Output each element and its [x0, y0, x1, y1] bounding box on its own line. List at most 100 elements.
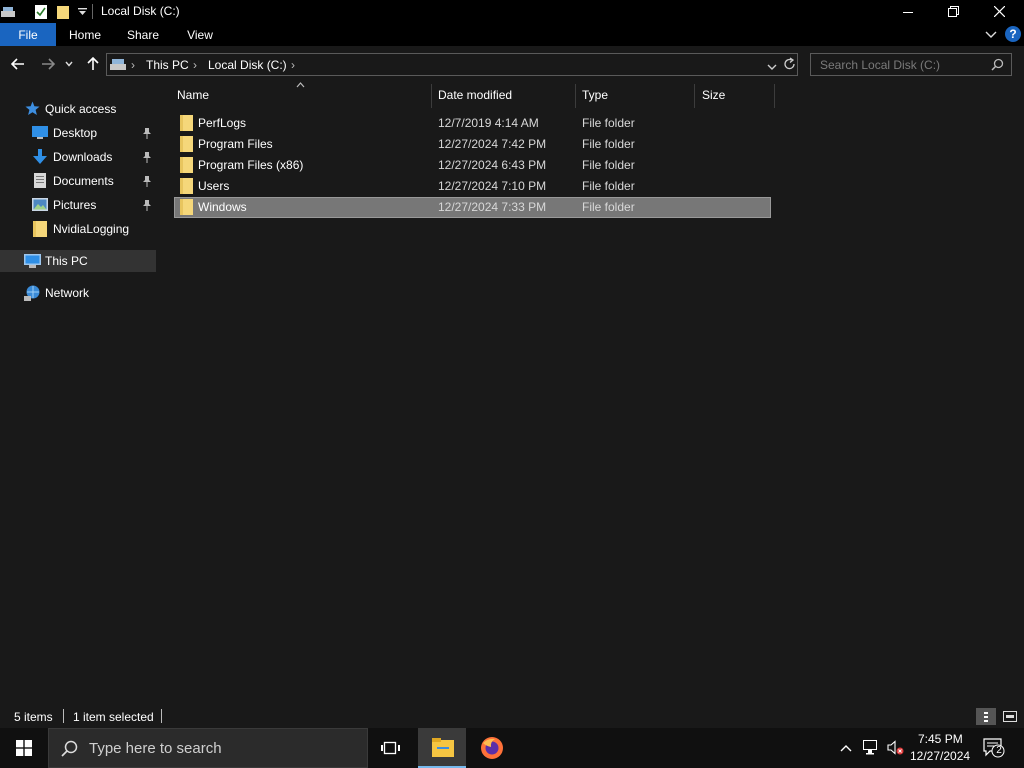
address-history-chevron-icon[interactable] — [767, 60, 777, 74]
volume-muted-icon[interactable] — [887, 740, 904, 759]
firefox-icon[interactable] — [480, 736, 504, 763]
pin-icon — [142, 175, 152, 187]
breadcrumb-separator-icon[interactable]: › — [291, 58, 295, 72]
window-title: Local Disk (C:) — [101, 4, 180, 18]
search-input[interactable]: Search Local Disk (C:) — [820, 58, 940, 72]
sidebar-item-label: This PC — [45, 254, 88, 268]
file-list: Name Date modified Type Size PerfLogs 12… — [158, 82, 1024, 704]
sidebar-item-label: NvidiaLogging — [53, 222, 130, 236]
close-button[interactable] — [976, 0, 1022, 23]
new-folder-icon[interactable] — [56, 3, 70, 20]
file-name: Users — [198, 179, 230, 193]
breadcrumb-this-pc[interactable]: This PC — [146, 58, 189, 72]
breadcrumb-local-disk[interactable]: Local Disk (C:) — [208, 58, 287, 72]
forward-button[interactable] — [38, 54, 58, 74]
column-header-date-modified[interactable]: Date modified — [438, 82, 575, 108]
status-bar: 5 items 1 item selected — [0, 704, 1024, 728]
file-type: File folder — [582, 200, 635, 214]
up-button[interactable] — [83, 54, 103, 74]
task-view-icon[interactable] — [381, 739, 400, 760]
search-icon[interactable] — [991, 58, 1004, 74]
computer-icon — [24, 254, 41, 271]
refresh-icon[interactable] — [783, 57, 796, 74]
folder-icon — [180, 136, 193, 155]
start-button[interactable] — [0, 728, 48, 768]
table-row-selected[interactable]: Windows 12/27/2024 7:33 PM File folder — [174, 197, 771, 218]
pictures-icon — [32, 198, 48, 214]
title-bar: Local Disk (C:) — [0, 0, 1024, 23]
file-date-modified: 12/7/2019 4:14 AM — [438, 116, 539, 130]
breadcrumb-separator-icon: › — [193, 58, 197, 72]
tab-home[interactable]: Home — [56, 23, 114, 46]
column-divider[interactable] — [774, 84, 775, 108]
show-hidden-icons-chevron-icon[interactable] — [840, 741, 852, 755]
navigation-pane: Quick access Desktop Downloads Documents… — [0, 82, 158, 704]
drive-icon — [110, 58, 126, 74]
sidebar-item-documents[interactable]: Documents — [0, 170, 156, 192]
file-type: File folder — [582, 158, 635, 172]
table-row[interactable]: Program Files (x86) 12/27/2024 6:43 PM F… — [174, 155, 771, 176]
sidebar-item-network[interactable]: Network — [0, 282, 156, 304]
file-type: File folder — [582, 116, 635, 130]
address-bar[interactable]: › This PC › Local Disk (C:) › — [106, 53, 798, 76]
table-row[interactable]: Program Files 12/27/2024 7:42 PM File fo… — [174, 134, 771, 155]
taskbar: Type here to search 7:45 PM 12/27/2024 2 — [0, 728, 1024, 768]
selection-count: 1 item selected — [73, 710, 154, 724]
file-name: PerfLogs — [198, 116, 247, 130]
column-divider[interactable] — [694, 84, 695, 108]
sidebar-item-label: Network — [45, 286, 90, 300]
sidebar-item-label: Pictures — [53, 198, 97, 212]
file-explorer-icon — [432, 738, 454, 760]
sidebar-item-this-pc[interactable]: This PC — [0, 250, 156, 272]
details-view-button[interactable] — [976, 708, 996, 725]
pin-icon — [142, 127, 152, 139]
tab-view[interactable]: View — [172, 23, 228, 46]
sidebar-item-desktop[interactable]: Desktop — [0, 122, 156, 144]
pin-icon — [142, 199, 152, 211]
tab-file[interactable]: File — [0, 23, 56, 46]
taskbar-search-input[interactable]: Type here to search — [89, 740, 222, 757]
restore-button[interactable] — [930, 0, 976, 23]
item-count: 5 items — [14, 710, 53, 724]
properties-icon[interactable] — [34, 3, 48, 20]
table-row[interactable]: Users 12/27/2024 7:10 PM File folder — [174, 176, 771, 197]
column-divider[interactable] — [575, 84, 576, 108]
folder-icon — [180, 157, 193, 176]
column-header-size[interactable]: Size — [702, 82, 774, 108]
sidebar-item-downloads[interactable]: Downloads — [0, 146, 156, 168]
column-header-type[interactable]: Type — [582, 82, 694, 108]
windows-logo-icon — [16, 740, 32, 756]
customize-toolbar-icon[interactable] — [76, 3, 88, 20]
documents-icon — [34, 173, 46, 191]
file-date-modified: 12/27/2024 7:10 PM — [438, 179, 547, 193]
file-date-modified: 12/27/2024 7:42 PM — [438, 137, 547, 151]
taskbar-file-explorer-button[interactable] — [418, 728, 466, 768]
help-button[interactable]: ? — [1005, 26, 1021, 42]
file-date-modified: 12/27/2024 6:43 PM — [438, 158, 547, 172]
column-divider[interactable] — [431, 84, 432, 108]
file-explorer-window: Local Disk (C:) File Home Share View ? ›… — [0, 0, 1024, 768]
navigation-bar: › This PC › Local Disk (C:) › Search Loc… — [0, 46, 1024, 82]
desktop-icon — [32, 126, 48, 142]
table-row[interactable]: PerfLogs 12/7/2019 4:14 AM File folder — [174, 113, 771, 134]
search-box[interactable]: Search Local Disk (C:) — [810, 53, 1012, 76]
sidebar-item-label: Quick access — [45, 102, 117, 116]
large-icons-view-button[interactable] — [1000, 708, 1020, 725]
sidebar-item-nvidialogging[interactable]: NvidiaLogging — [0, 218, 156, 240]
sidebar-item-quick-access[interactable]: Quick access — [0, 98, 156, 120]
expand-ribbon-icon[interactable] — [985, 28, 997, 40]
sidebar-item-pictures[interactable]: Pictures — [0, 194, 156, 216]
folder-icon — [180, 178, 193, 197]
minimize-button[interactable] — [885, 0, 931, 23]
file-name: Program Files (x86) — [198, 158, 304, 172]
tab-share[interactable]: Share — [114, 23, 172, 46]
column-header-name[interactable]: Name — [177, 82, 430, 108]
file-name: Windows — [198, 200, 247, 214]
clock-date[interactable]: 12/27/2024 — [910, 749, 970, 763]
network-status-icon[interactable] — [863, 740, 879, 758]
clock-time[interactable]: 7:45 PM — [918, 732, 963, 746]
file-type: File folder — [582, 137, 635, 151]
recent-locations-chevron-icon[interactable] — [62, 54, 76, 74]
taskbar-search-box[interactable]: Type here to search — [48, 728, 368, 768]
back-button[interactable] — [8, 54, 28, 74]
